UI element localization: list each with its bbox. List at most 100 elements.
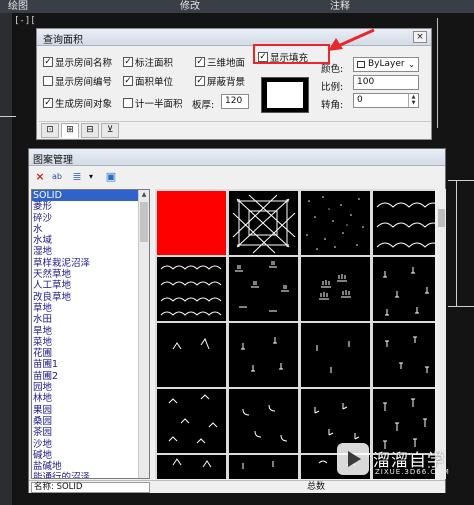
cad-drawing-line [456, 181, 457, 306]
scale-input[interactable]: 100 [353, 75, 419, 90]
slab-thickness-input[interactable]: 120 [221, 94, 249, 109]
color-select[interactable]: ByLayer ⌄ [353, 57, 419, 72]
list-item[interactable]: 湿地 [32, 246, 149, 257]
rotation-input[interactable]: 0 ▲ ▼ [353, 93, 419, 108]
mulberry-pattern-icon [242, 461, 274, 469]
pattern-tile[interactable] [157, 389, 226, 453]
gravel-pattern-icon [306, 196, 364, 250]
list-item[interactable]: 苗圃2 [32, 371, 149, 382]
checkbox-label-area[interactable]: ✓ 标注面积 [123, 55, 173, 69]
checkbox-show-room-number[interactable]: 显示房间编号 [43, 74, 112, 88]
checkbox-icon: ✓ [123, 56, 133, 67]
list-item[interactable]: 盐碱地 [32, 461, 149, 472]
list-item[interactable]: 菱形 [32, 201, 149, 212]
list-item[interactable]: 水田 [32, 314, 149, 325]
water-area-pattern-icon [160, 265, 222, 316]
import-icon[interactable]: ▣ [103, 169, 119, 184]
list-item[interactable]: 林地 [32, 393, 149, 404]
list-item[interactable]: 人工草地 [32, 280, 149, 291]
menu-modify[interactable]: 修改 [180, 0, 200, 13]
list-item[interactable]: 能通行的沼泽 [32, 472, 149, 478]
list-item[interactable]: 水域 [32, 235, 149, 246]
list-item[interactable]: 果园 [32, 405, 149, 416]
pattern-tile[interactable] [157, 257, 226, 321]
list-item[interactable]: 草地 [32, 303, 149, 314]
scroll-thumb[interactable] [438, 209, 445, 227]
pattern-tile[interactable] [373, 389, 435, 453]
dialog-title: 查询面积 [43, 35, 83, 46]
viewport-tag[interactable]: [-][ [14, 16, 36, 26]
cad-drawing-line [0, 116, 16, 117]
tab-room-icon[interactable]: ⊡ [41, 123, 59, 138]
checkbox-show-room-name[interactable]: ✓ 显示房间名称 [43, 55, 112, 69]
list-item[interactable]: 水 [32, 224, 149, 235]
checkbox-icon [43, 75, 53, 86]
pattern-tile[interactable] [229, 389, 298, 453]
list-item[interactable]: 桑园 [32, 416, 149, 427]
pattern-tile[interactable] [229, 323, 298, 387]
checkbox-icon: ✓ [195, 56, 205, 67]
list-scrollbar[interactable]: ▲ [138, 190, 149, 478]
checkbox-3d-floor[interactable]: ✓ 三维地面 [195, 55, 245, 69]
checkbox-mask-background[interactable]: ✓ 屏蔽背景 [195, 74, 245, 88]
pattern-tile[interactable] [157, 455, 226, 479]
delete-icon[interactable]: × [32, 169, 48, 184]
list-item[interactable]: 草样栽泥沼泽 [32, 258, 149, 269]
wetland-pattern-icon [235, 261, 289, 312]
pattern-tile[interactable] [301, 323, 370, 387]
list-item[interactable]: 改良草地 [32, 292, 149, 303]
tab-floor-icon[interactable]: ⊟ [81, 123, 99, 138]
pattern-tile[interactable] [229, 455, 298, 479]
list-item[interactable]: 旱地 [32, 326, 149, 337]
fill-preview-swatch [267, 82, 303, 108]
tab-pick-icon[interactable]: ⊻ [101, 123, 119, 138]
chevron-down-icon: ⌄ [408, 60, 415, 69]
pattern-tile[interactable] [229, 257, 298, 321]
grid-scrollbar[interactable] [437, 189, 446, 479]
checkbox-area-unit[interactable]: ✓ 面积单位 [123, 74, 173, 88]
list-item[interactable]: SOLID [32, 190, 149, 202]
chevron-down-icon[interactable]: ▾ [83, 169, 99, 184]
list-item[interactable]: 苗圃1 [32, 359, 149, 370]
pattern-list[interactable]: SOLID 菱形 碎沙水水域 湿地 草样栽泥沼泽 天然草地 人工草地 改良草地 草地 水田 旱地 菜地… [31, 189, 150, 479]
list-item[interactable]: 花圃 [32, 348, 149, 359]
paddy-pattern-icon [316, 341, 350, 373]
checkbox-create-room-object[interactable]: ✓ 生成房间对象 [43, 96, 112, 110]
slab-thickness-label: 板厚: [192, 100, 215, 111]
list-item[interactable]: 茶园 [32, 427, 149, 438]
list-item[interactable]: 碱地 [32, 450, 149, 461]
wave-pattern-icon [376, 202, 435, 248]
pattern-total-label: 总数 [307, 482, 326, 492]
cad-drawing-line [437, 18, 438, 128]
checkbox-icon: ✓ [123, 75, 133, 86]
tab-area-icon[interactable]: ⊞ [61, 123, 79, 138]
cad-side-panel [0, 13, 12, 505]
spinner-icon[interactable]: ▲ ▼ [408, 94, 418, 107]
menu-draw[interactable]: 绘图 [8, 0, 28, 13]
list-item[interactable]: 沙地 [32, 439, 149, 450]
scroll-thumb[interactable] [140, 202, 148, 242]
flower-bed-pattern-icon [242, 404, 288, 442]
list-item[interactable]: 菜地 [32, 337, 149, 348]
pattern-tile[interactable] [373, 323, 435, 387]
list-item[interactable]: 园地 [32, 382, 149, 393]
pattern-tile[interactable] [373, 191, 435, 255]
close-button[interactable]: × [413, 31, 427, 43]
rename-icon[interactable]: ab [49, 169, 65, 184]
pattern-tile[interactable] [157, 323, 226, 387]
scroll-up-icon[interactable]: ▲ [139, 190, 149, 200]
selected-pattern-name: 名称: SOLID [31, 482, 150, 493]
pattern-tile[interactable] [301, 257, 370, 321]
pattern-tile[interactable] [373, 257, 435, 321]
play-icon [348, 451, 361, 467]
checkbox-half-area[interactable]: 计一半面积 [123, 96, 183, 110]
list-item[interactable]: 天然草地 [32, 269, 149, 280]
pattern-tile[interactable] [229, 191, 298, 255]
list-item[interactable]: 碎沙 [32, 213, 149, 224]
menu-annotate[interactable]: 注释 [330, 0, 350, 13]
weave-pattern-icon [232, 194, 296, 254]
vegetable-field-pattern-icon [168, 394, 218, 444]
dialog-title-bar[interactable]: 图案管理 [29, 149, 445, 166]
pattern-tile-solid[interactable] [157, 191, 226, 255]
pattern-tile[interactable] [301, 191, 370, 255]
